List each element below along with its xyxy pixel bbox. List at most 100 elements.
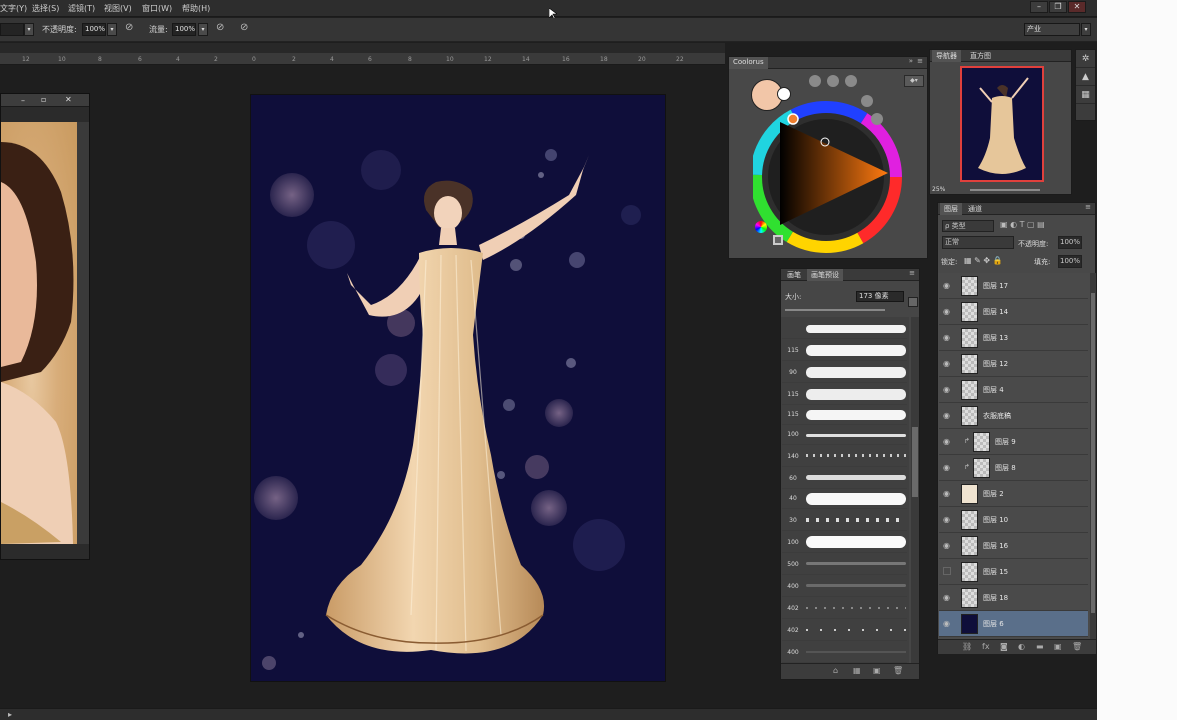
fx-icon[interactable]: fx	[982, 642, 990, 651]
brush-preset-item[interactable]: 402	[782, 597, 907, 619]
brush-preset-item[interactable]: 400	[782, 641, 907, 663]
reference-maximize-icon[interactable]: ▫	[41, 95, 46, 104]
brush-preset-item[interactable]: 90	[782, 361, 907, 383]
reference-image-window[interactable]: – ▫ ✕	[0, 93, 90, 560]
new-layer-icon[interactable]: ▣	[1054, 642, 1062, 651]
brush-preset-field[interactable]	[0, 23, 24, 36]
visibility-eye-icon[interactable]: ◉	[943, 333, 953, 342]
tab-coolorus[interactable]: Coolorus	[729, 57, 768, 69]
histogram-dock-icon[interactable]: ▲	[1076, 68, 1095, 86]
navigator-zoom-slider[interactable]	[970, 189, 1040, 191]
brush-preset-item[interactable]: 500	[782, 553, 907, 575]
navigator-dock-icon[interactable]: ✲	[1076, 50, 1095, 68]
brush-preset-item[interactable]: 60	[782, 467, 907, 489]
layer-row[interactable]: ◉ 图层 17	[939, 273, 1088, 299]
airbrush-icon[interactable]: ⊘	[216, 22, 224, 33]
layer-row[interactable]: ◉ ↱ 图层 8	[939, 455, 1088, 481]
brush-preset-item[interactable]: 100	[782, 425, 907, 445]
layer-row[interactable]: ◉ 图层 13	[939, 325, 1088, 351]
layer-opacity-input[interactable]: 100%	[1058, 236, 1082, 249]
layer-row[interactable]: ◉ 图层 2	[939, 481, 1088, 507]
delete-layer-icon[interactable]: 🗑	[1072, 642, 1082, 651]
status-arrow-icon[interactable]: ▸	[8, 710, 12, 719]
layer-row[interactable]: ◉ 图层 4	[939, 377, 1088, 403]
flow-input[interactable]: 100%	[172, 23, 196, 36]
visibility-eye-icon[interactable]: ◉	[943, 307, 953, 316]
link-layers-icon[interactable]: ⛓	[962, 642, 972, 651]
visibility-eye-icon[interactable]: ◉	[943, 281, 953, 290]
reference-minimize-icon[interactable]: –	[21, 96, 25, 105]
blend-mode-select[interactable]: 正常	[942, 236, 1014, 249]
brush-toggle-icon[interactable]: ⌂	[833, 666, 838, 675]
brush-list-scrollbar[interactable]	[911, 317, 919, 663]
layer-row[interactable]: ◉ 图层 12	[939, 351, 1088, 377]
menu-select[interactable]: 选择(S)	[32, 3, 59, 14]
pressure-size-icon[interactable]: ⊘	[240, 22, 248, 33]
layer-row[interactable]: ◉ 图层 10	[939, 507, 1088, 533]
visibility-eye-icon[interactable]: ◉	[943, 593, 953, 602]
reference-window-titlebar[interactable]: – ▫ ✕	[1, 94, 89, 107]
brush-new-preset-icon[interactable]: ▣	[873, 666, 881, 675]
tab-histogram[interactable]: 直方图	[966, 50, 995, 62]
visibility-eye-icon[interactable]: ◉	[943, 359, 953, 368]
color-mode-button[interactable]: ◆▾	[904, 75, 924, 87]
lock-icons[interactable]: ▦ ✎ ✥ 🔒	[964, 256, 1003, 265]
tab-layers[interactable]: 图层	[940, 203, 962, 215]
visibility-eye-icon[interactable]: ◉	[943, 437, 953, 446]
brush-preset-item[interactable]: 100	[782, 531, 907, 553]
brush-preset-item[interactable]: 115	[782, 405, 907, 425]
collapse-icon[interactable]: »	[909, 57, 913, 65]
layer-row[interactable]: ◉ 图层 18	[939, 585, 1088, 611]
workspace-dropdown[interactable]: ▾	[1081, 23, 1091, 36]
close-button[interactable]: ✕	[1068, 1, 1086, 13]
menu-window[interactable]: 窗口(W)	[142, 3, 172, 14]
layer-row[interactable]: ◉ 图层 16	[939, 533, 1088, 559]
swap-colors-icon[interactable]	[773, 235, 783, 245]
panel-menu-icon[interactable]: ≡	[917, 57, 923, 65]
brush-preset-dropdown[interactable]: ▾	[24, 23, 34, 36]
visibility-eye-icon[interactable]: ◉	[943, 619, 953, 628]
brush-size-slider[interactable]	[785, 309, 885, 311]
layers-scrollbar[interactable]	[1090, 273, 1096, 639]
layer-filter-icons[interactable]: ▣ ◐ T ▢ ▤	[1000, 220, 1090, 232]
tab-brush[interactable]: 画笔	[783, 269, 805, 281]
adjustment-icon[interactable]: ◐	[1018, 642, 1025, 651]
add-mask-icon[interactable]: ◙	[1000, 642, 1008, 651]
layers-panel-menu-icon[interactable]: ≡	[1085, 203, 1091, 211]
visibility-eye-icon[interactable]: ◉	[943, 411, 953, 420]
layer-fill-input[interactable]: 100%	[1058, 255, 1082, 268]
brush-grid-icon[interactable]: ▦	[853, 666, 861, 675]
tab-brush-presets[interactable]: 画笔预设	[807, 269, 843, 281]
hue-mini-icon[interactable]	[755, 221, 767, 233]
visibility-eye-icon[interactable]: ◉	[943, 515, 953, 524]
tab-navigator[interactable]: 导航器	[932, 50, 961, 62]
layer-row[interactable]: 图层 15	[939, 559, 1088, 585]
navigator-zoom-value[interactable]: 25%	[932, 186, 945, 193]
minimize-button[interactable]: –	[1030, 1, 1048, 13]
layer-row[interactable]: ◉ 衣服底稿	[939, 403, 1088, 429]
restore-button[interactable]: ❐	[1049, 1, 1067, 13]
visibility-off-icon[interactable]	[943, 567, 951, 575]
brush-delete-icon[interactable]: 🗑	[893, 666, 903, 675]
menu-help[interactable]: 帮助(H)	[182, 3, 210, 14]
layer-row[interactable]: ◉ 图层 14	[939, 299, 1088, 325]
flow-dropdown[interactable]: ▾	[198, 23, 208, 36]
layer-kind-filter[interactable]: ρ 类型	[942, 220, 994, 232]
document-canvas[interactable]	[251, 95, 665, 681]
brush-panel-menu-icon[interactable]: ≡	[909, 269, 915, 277]
layer-row[interactable]: ◉ ↱ 图层 9	[939, 429, 1088, 455]
opacity-dropdown[interactable]: ▾	[107, 23, 117, 36]
reference-close-icon[interactable]: ✕	[65, 95, 72, 104]
brush-new-icon[interactable]	[908, 297, 918, 307]
brush-size-input[interactable]: 173 像素	[856, 291, 904, 302]
visibility-eye-icon[interactable]: ◉	[943, 541, 953, 550]
brush-preset-item[interactable]: 40	[782, 489, 907, 509]
visibility-eye-icon[interactable]: ◉	[943, 489, 953, 498]
brush-preset-item[interactable]: 115	[782, 339, 907, 361]
brush-preset-item[interactable]: 140	[782, 445, 907, 467]
menu-type[interactable]: 文字(Y)	[0, 3, 27, 14]
visibility-eye-icon[interactable]: ◉	[943, 463, 953, 472]
workspace-select[interactable]: 产业	[1024, 23, 1080, 36]
tab-channels[interactable]: 通道	[964, 203, 986, 215]
brush-preset-item[interactable]: 115	[782, 383, 907, 405]
